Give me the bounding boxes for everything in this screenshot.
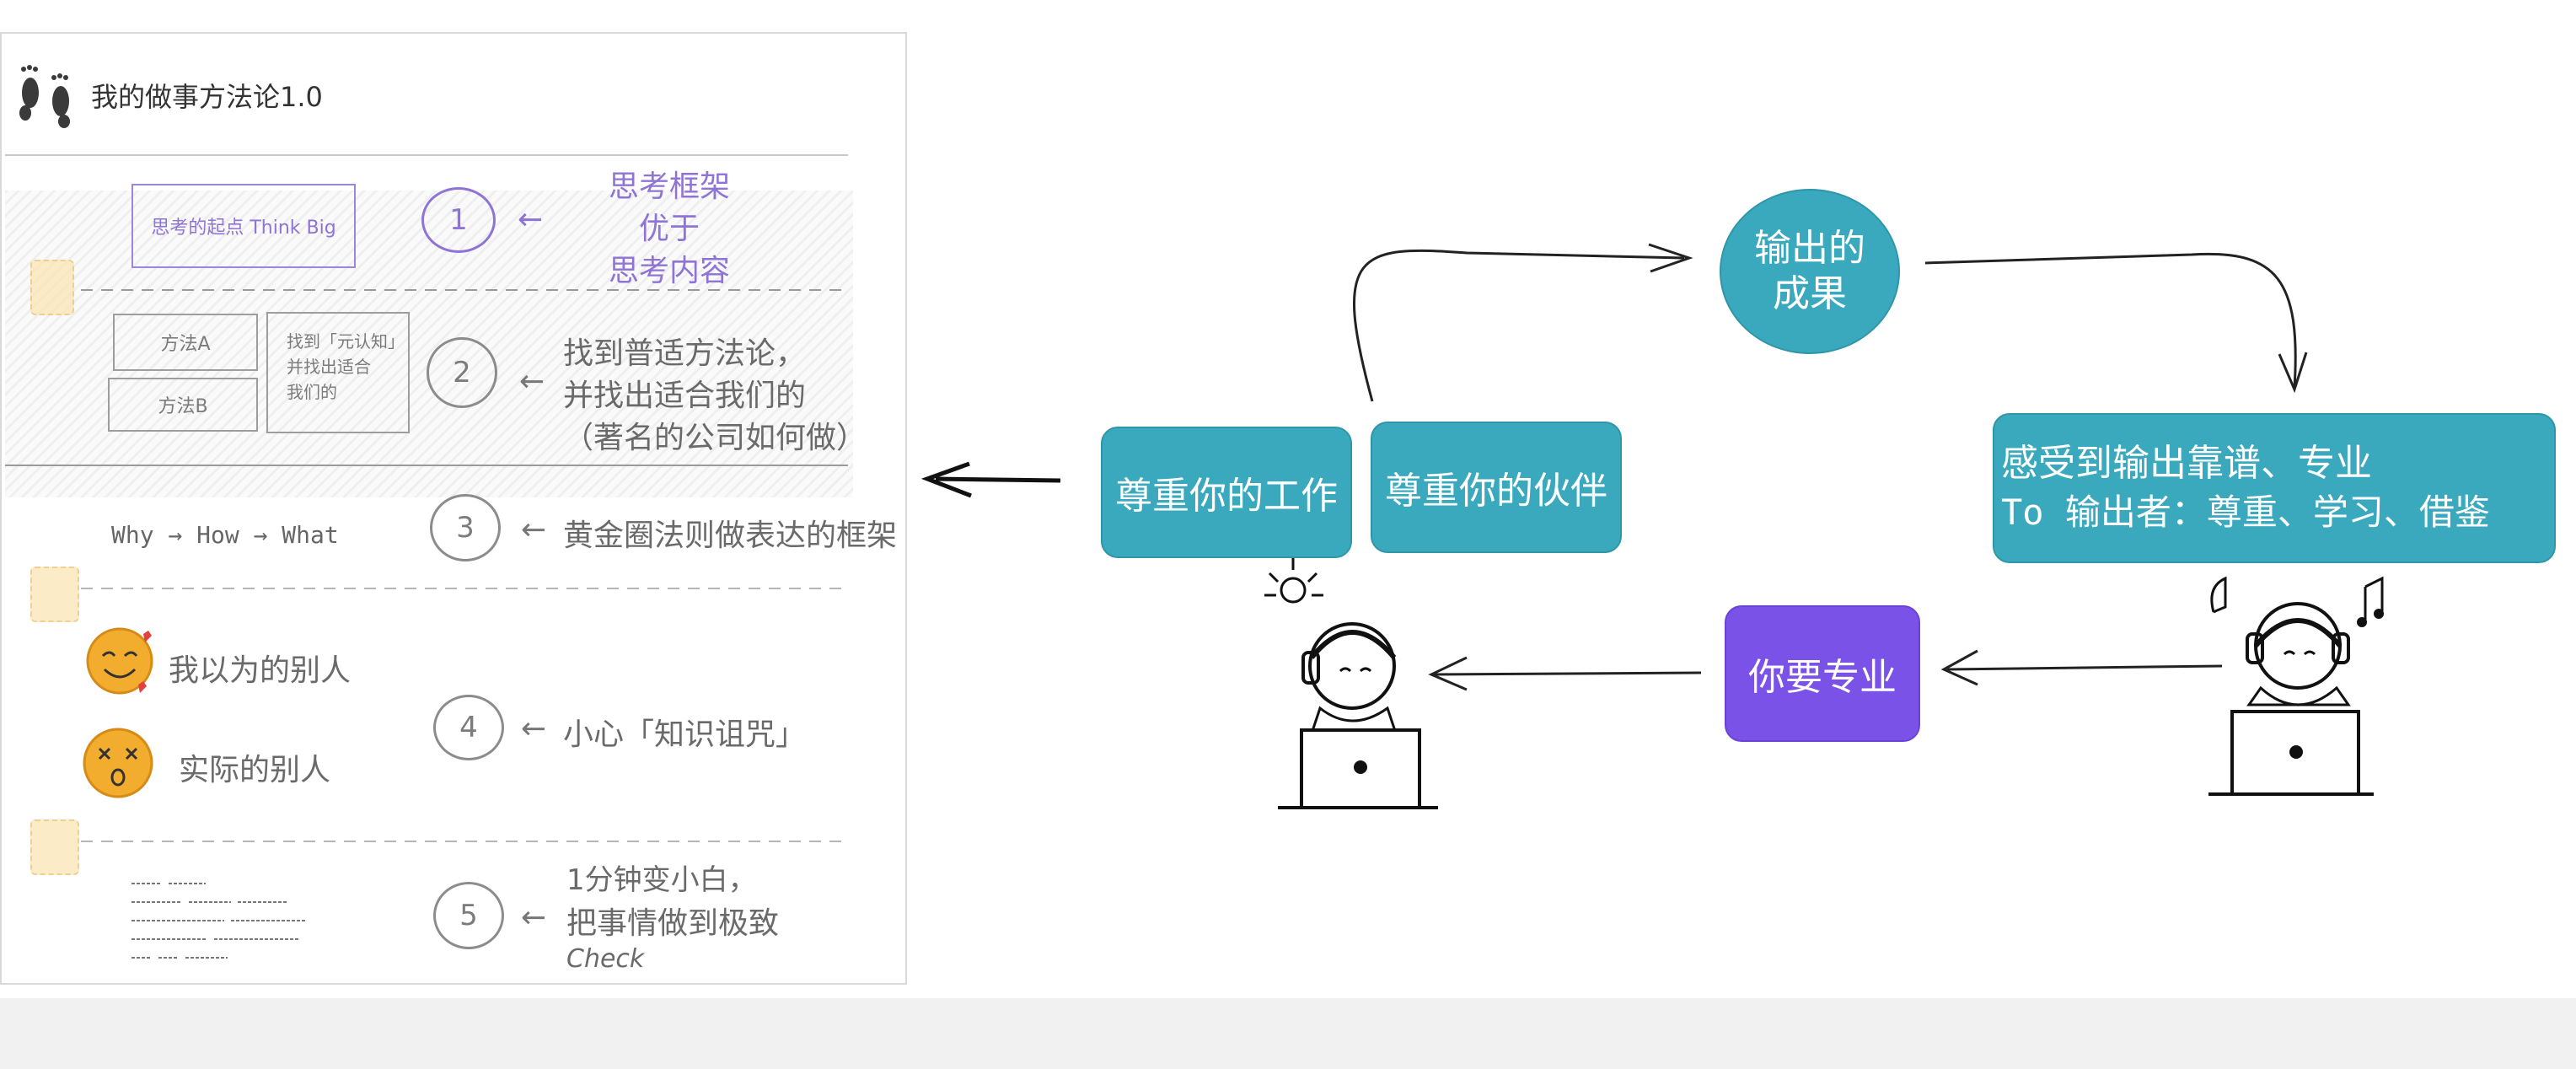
feel-box[interactable]: 感受到输出靠谱、专业 To 输出者：尊重、学习、借鉴: [1993, 413, 2556, 563]
person-music-laptop-icon: [2197, 561, 2407, 814]
be-pro-label: 你要专业: [1748, 656, 1897, 699]
person-laptop-icon: [1253, 556, 1446, 818]
output-result-line: 成果: [1773, 272, 1847, 315]
respect-partner-label: 尊重你的伙伴: [1385, 470, 1607, 513]
be-pro-box[interactable]: 你要专业: [1725, 605, 1920, 742]
output-result-circle[interactable]: 输出的 成果: [1720, 189, 1900, 354]
feel-line: 感受到输出靠谱、专业: [2001, 442, 2372, 485]
respect-partner-box[interactable]: 尊重你的伙伴: [1371, 422, 1622, 553]
respect-work-box[interactable]: 尊重你的工作: [1101, 427, 1352, 558]
output-result-line: 输出的: [1754, 227, 1865, 270]
respect-work-label: 尊重你的工作: [1115, 475, 1338, 518]
feel-line: To 输出者：尊重、学习、借鉴: [2001, 492, 2490, 533]
